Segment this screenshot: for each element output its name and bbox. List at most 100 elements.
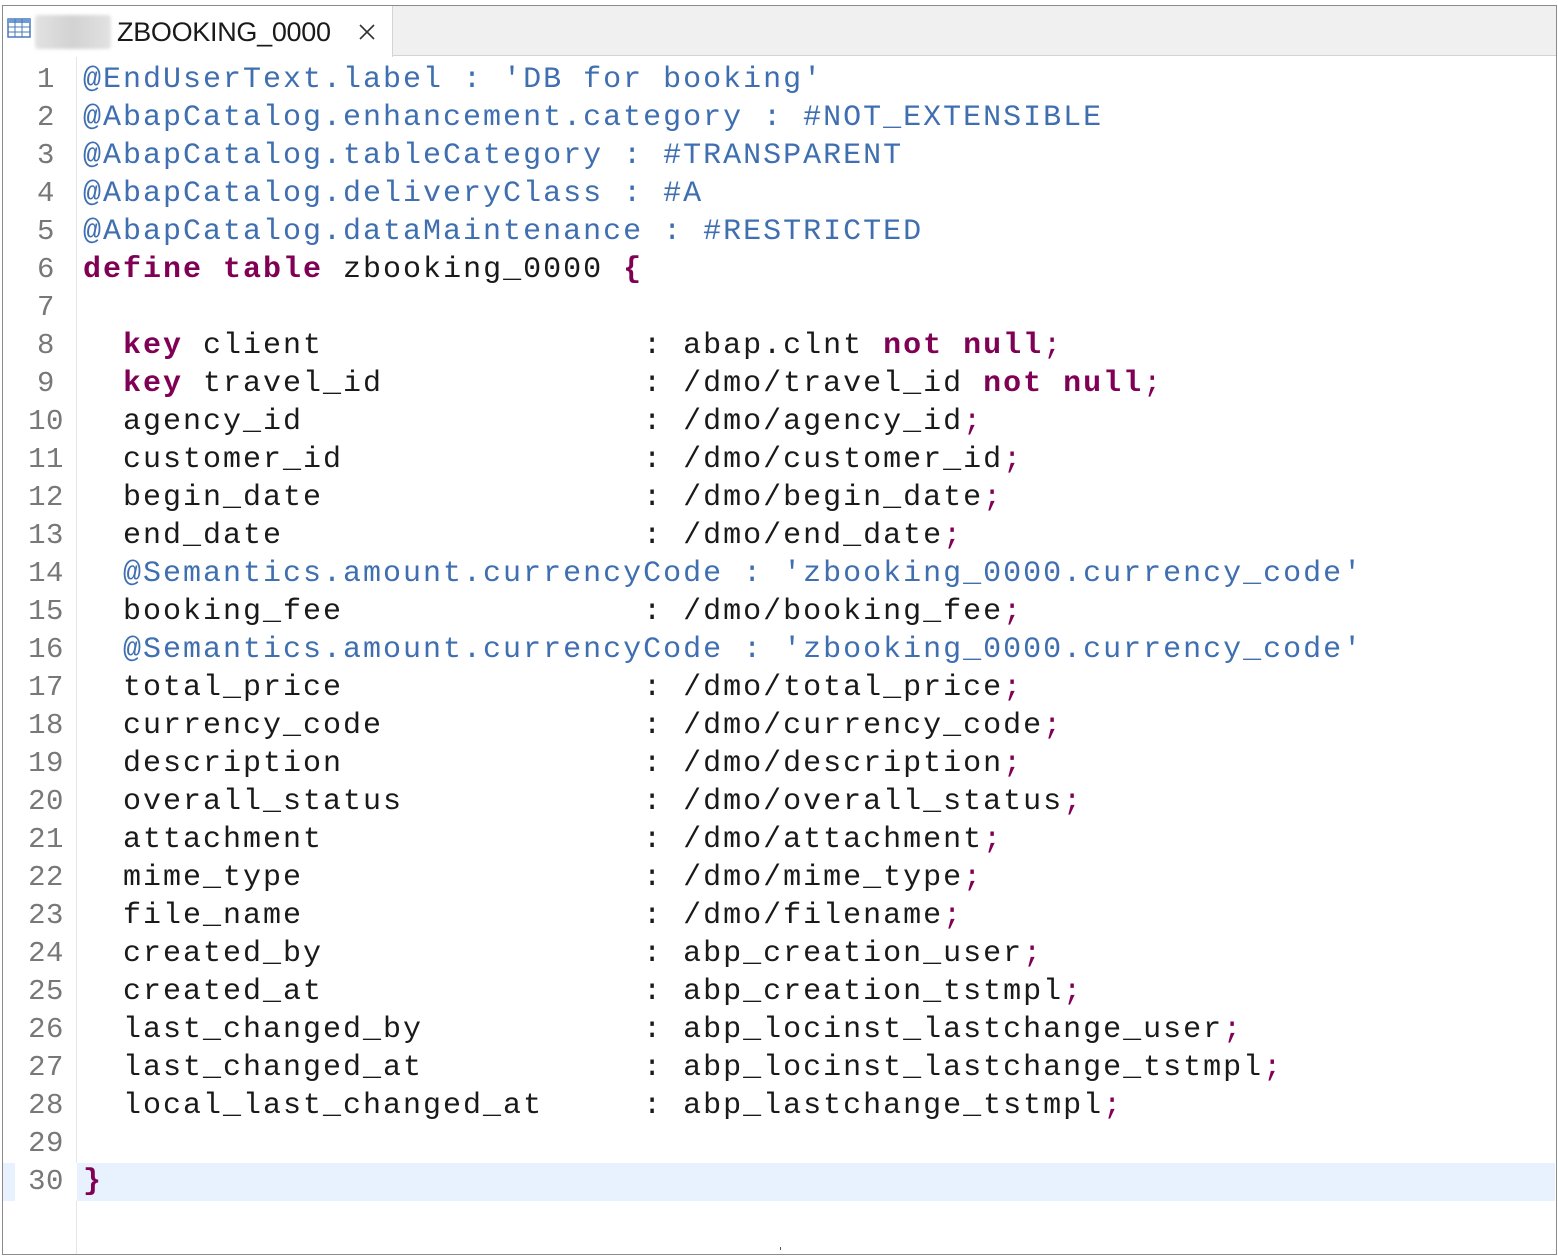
close-icon[interactable] xyxy=(358,23,376,41)
code-line[interactable]: 14 @Semantics.amount.currencyCode : 'zbo… xyxy=(3,555,1555,593)
code-token: booking_fee : /dmo/booking_fee xyxy=(83,595,1004,629)
line-number: 19 xyxy=(28,747,64,780)
code-line[interactable]: 16 @Semantics.amount.currencyCode : 'zbo… xyxy=(3,631,1555,669)
punctuation-token: ; xyxy=(963,861,984,895)
annotation-token: @AbapCatalog.deliveryClass : #A xyxy=(83,177,704,211)
code-line[interactable]: 22 mime_type : /dmo/mime_type; xyxy=(3,859,1555,897)
code-line[interactable]: 17 total_price : /dmo/total_price; xyxy=(3,669,1555,707)
annotation-token: @Semantics.amount.currencyCode : 'zbooki… xyxy=(83,633,1364,667)
code-token: total_price : /dmo/total_price xyxy=(83,671,1004,705)
code-text: booking_fee : /dmo/booking_fee; xyxy=(83,593,1023,631)
code-text: @Semantics.amount.currencyCode : 'zbooki… xyxy=(83,631,1363,669)
punctuation-token: ; xyxy=(1003,671,1024,705)
code-text: @AbapCatalog.deliveryClass : #A xyxy=(83,175,703,213)
punctuation-token: ; xyxy=(1263,1051,1284,1085)
keyword-token: not null xyxy=(883,329,1044,363)
keyword-token: not null xyxy=(983,367,1144,401)
code-line[interactable]: 11 customer_id : /dmo/customer_id; xyxy=(3,441,1555,479)
code-token: mime_type : /dmo/mime_type xyxy=(83,861,964,895)
punctuation-token: ; xyxy=(1003,443,1024,477)
punctuation-token: ; xyxy=(1103,1089,1124,1123)
code-text: currency_code : /dmo/currency_code; xyxy=(83,707,1063,745)
code-text: define table zbooking_0000 { xyxy=(83,251,643,289)
keyword-token: { xyxy=(623,253,644,287)
code-line[interactable]: 7 xyxy=(3,289,1555,327)
code-line[interactable]: 28 local_last_changed_at : abp_lastchang… xyxy=(3,1087,1555,1125)
line-number: 8 xyxy=(37,329,55,362)
line-number: 23 xyxy=(28,899,64,932)
code-line[interactable]: 19 description : /dmo/description; xyxy=(3,745,1555,783)
punctuation-token: ; xyxy=(1043,709,1064,743)
code-line[interactable]: 13 end_date : /dmo/end_date; xyxy=(3,517,1555,555)
tab-bar: ZBOOKING_0000 xyxy=(3,6,1556,57)
line-number: 1 xyxy=(37,63,55,96)
line-number: 11 xyxy=(28,443,64,476)
code-line[interactable]: 12 begin_date : /dmo/begin_date; xyxy=(3,479,1555,517)
code-token: local_last_changed_at : abp_lastchange_t… xyxy=(83,1089,1104,1123)
code-line[interactable]: 10 agency_id : /dmo/agency_id; xyxy=(3,403,1555,441)
code-line[interactable]: 23 file_name : /dmo/filename; xyxy=(3,897,1555,935)
code-editor[interactable]: 1 @EndUserText.label : 'DB for booking' 2 @… xyxy=(3,57,1556,1254)
code-text: agency_id : /dmo/agency_id; xyxy=(83,403,983,441)
line-number: 21 xyxy=(28,823,64,856)
line-number: 16 xyxy=(28,633,64,666)
code-line[interactable]: 30} xyxy=(3,1163,1555,1201)
line-number: 15 xyxy=(28,595,64,628)
punctuation-token: ; xyxy=(1223,1013,1244,1047)
code-line[interactable]: 25 created_at : abp_creation_tstmpl; xyxy=(3,973,1555,1011)
code-line[interactable]: 18 currency_code : /dmo/currency_code; xyxy=(3,707,1555,745)
code-line[interactable]: 2 @AbapCatalog.enhancement.category : #NO… xyxy=(3,99,1555,137)
keyword-token: } xyxy=(83,1165,104,1199)
editor-window: ZBOOKING_0000 1 @EndUserText.label : 'DB … xyxy=(2,5,1557,1255)
code-line[interactable]: 27 last_changed_at : abp_locinst_lastcha… xyxy=(3,1049,1555,1087)
keyword-token: key xyxy=(123,329,184,363)
code-line[interactable]: 3 @AbapCatalog.tableCategory : #TRANSPARE… xyxy=(3,137,1555,175)
code-area[interactable]: 1 @EndUserText.label : 'DB for booking' 2 @… xyxy=(3,57,1556,1254)
line-number: 2 xyxy=(37,101,55,134)
annotation-token: @AbapCatalog.dataMaintenance : #RESTRICT… xyxy=(83,215,924,249)
code-line[interactable]: 9 key travel_id : /dmo/travel_id not nul… xyxy=(3,365,1555,403)
code-text: key client : abap.clnt not null; xyxy=(83,327,1063,365)
punctuation-token: ; xyxy=(963,405,984,439)
line-number: 6 xyxy=(37,253,55,286)
punctuation-token: ; xyxy=(1063,785,1084,819)
code-line[interactable]: 21 attachment : /dmo/attachment; xyxy=(3,821,1555,859)
line-number: 22 xyxy=(28,861,64,894)
punctuation-token: ; xyxy=(983,481,1004,515)
code-text: total_price : /dmo/total_price; xyxy=(83,669,1023,707)
line-number: 25 xyxy=(28,975,64,1008)
line-number: 5 xyxy=(37,215,55,248)
code-line[interactable]: 4 @AbapCatalog.deliveryClass : #A xyxy=(3,175,1555,213)
keyword-token: define table xyxy=(83,253,324,287)
code-line[interactable]: 8 key client : abap.clnt not null; xyxy=(3,327,1555,365)
annotation-token: @Semantics.amount.currencyCode : 'zbooki… xyxy=(83,557,1364,591)
code-text: created_at : abp_creation_tstmpl; xyxy=(83,973,1083,1011)
code-line[interactable]: 20 overall_status : /dmo/overall_status; xyxy=(3,783,1555,821)
code-line[interactable]: 24 created_by : abp_creation_user; xyxy=(3,935,1555,973)
code-text: created_by : abp_creation_user; xyxy=(83,935,1043,973)
keyword-token: key xyxy=(123,367,184,401)
annotation-token: @AbapCatalog.enhancement.category : #NOT… xyxy=(83,101,1104,135)
code-text: last_changed_by : abp_locinst_lastchange… xyxy=(83,1011,1243,1049)
line-number: 24 xyxy=(28,937,64,970)
code-line[interactable]: 6 define table zbooking_0000 { xyxy=(3,251,1555,289)
code-line[interactable]: 29 xyxy=(3,1125,1555,1163)
code-token: end_date : /dmo/end_date xyxy=(83,519,944,553)
code-line[interactable]: 15 booking_fee : /dmo/booking_fee; xyxy=(3,593,1555,631)
code-token: agency_id : /dmo/agency_id xyxy=(83,405,964,439)
code-token: zbooking_0000 xyxy=(323,253,624,287)
tab-zbooking-0000[interactable]: ZBOOKING_0000 xyxy=(3,6,393,57)
code-text: } xyxy=(83,1163,103,1201)
code-line[interactable]: 26 last_changed_by : abp_locinst_lastcha… xyxy=(3,1011,1555,1049)
code-text: description : /dmo/description; xyxy=(83,745,1023,783)
annotation-token: @AbapCatalog.tableCategory : #TRANSPAREN… xyxy=(83,139,904,173)
code-text: mime_type : /dmo/mime_type; xyxy=(83,859,983,897)
line-number: 28 xyxy=(28,1089,64,1122)
code-text: @AbapCatalog.tableCategory : #TRANSPAREN… xyxy=(83,137,903,175)
code-token: currency_code : /dmo/currency_code xyxy=(83,709,1044,743)
code-token: client : abap.clnt xyxy=(183,329,884,363)
code-line[interactable]: 5 @AbapCatalog.dataMaintenance : #RESTRIC… xyxy=(3,213,1555,251)
code-text: attachment : /dmo/attachment; xyxy=(83,821,1003,859)
code-line[interactable]: 1 @EndUserText.label : 'DB for booking' xyxy=(3,61,1555,99)
